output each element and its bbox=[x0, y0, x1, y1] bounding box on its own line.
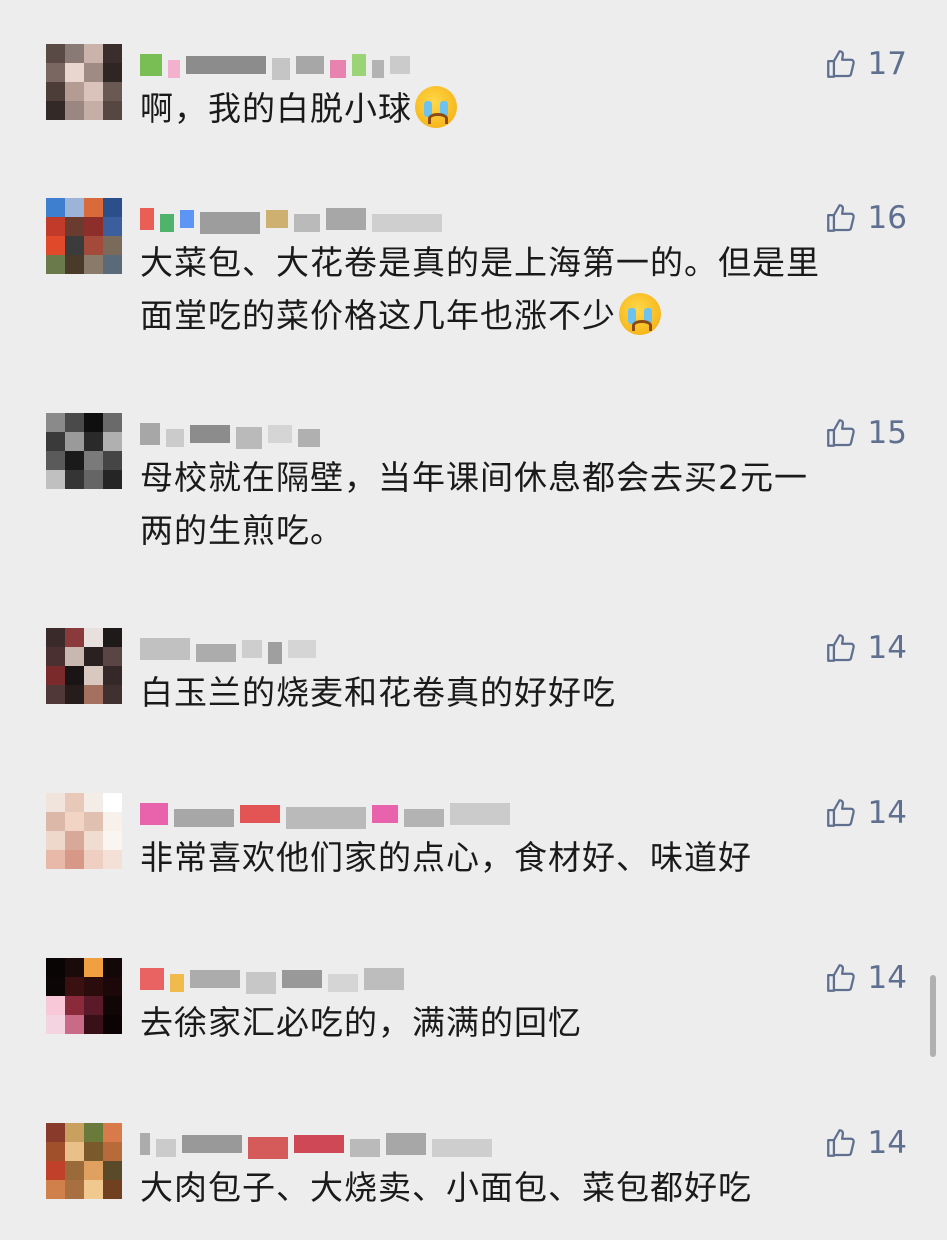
crying-face-icon bbox=[619, 293, 661, 335]
like-count: 14 bbox=[867, 1125, 907, 1161]
comment-body: 非常喜欢他们家的点心，食材好、味道好 bbox=[140, 838, 752, 877]
thumbs-up-icon[interactable] bbox=[824, 796, 858, 830]
comment-text: 大肉包子、大烧卖、小面包、菜包都好吃 bbox=[140, 1161, 920, 1214]
like-button[interactable]: 15 bbox=[824, 413, 907, 453]
thumbs-up-icon[interactable] bbox=[824, 961, 858, 995]
avatar[interactable] bbox=[46, 413, 122, 489]
avatar[interactable] bbox=[46, 958, 122, 1034]
avatar[interactable] bbox=[46, 793, 122, 869]
thumbs-up-icon[interactable] bbox=[824, 631, 858, 665]
like-button[interactable]: 14 bbox=[824, 628, 907, 668]
loudly-crying-face-icon bbox=[415, 86, 457, 128]
username-blurred[interactable] bbox=[140, 962, 404, 996]
comment-text: 去徐家汇必吃的，满满的回忆 bbox=[140, 996, 920, 1049]
avatar[interactable] bbox=[46, 1123, 122, 1199]
like-button[interactable]: 14 bbox=[824, 958, 907, 998]
username-blurred[interactable] bbox=[140, 1127, 492, 1161]
avatar[interactable] bbox=[46, 44, 122, 120]
comment-body: 大菜包、大花卷是真的是上海第一的。但是里 面堂吃的菜价格这几年也涨不少 bbox=[140, 243, 820, 335]
scrollbar[interactable] bbox=[930, 975, 936, 1057]
thumbs-up-icon[interactable] bbox=[824, 47, 858, 81]
comment-text: 大菜包、大花卷是真的是上海第一的。但是里 面堂吃的菜价格这几年也涨不少 bbox=[140, 236, 920, 342]
comment-list: 啊，我的白脱小球 17 大菜包、大花卷是真的是上海第一的。但是里 面堂吃的菜价格这几… bbox=[0, 0, 947, 1240]
comment-body: 母校就在隔壁，当年课间休息都会去买2元一 两的生煎吃。 bbox=[140, 458, 808, 550]
like-count: 14 bbox=[867, 630, 907, 666]
like-button[interactable]: 14 bbox=[824, 793, 907, 833]
username-blurred[interactable] bbox=[140, 48, 410, 82]
avatar[interactable] bbox=[46, 628, 122, 704]
username-blurred[interactable] bbox=[140, 632, 316, 666]
thumbs-up-icon[interactable] bbox=[824, 201, 858, 235]
username-blurred[interactable] bbox=[140, 797, 510, 831]
comment-text: 母校就在隔壁，当年课间休息都会去买2元一 两的生煎吃。 bbox=[140, 451, 920, 557]
like-count: 16 bbox=[867, 200, 907, 236]
comment-text: 啊，我的白脱小球 bbox=[140, 82, 920, 135]
comment-body: 大肉包子、大烧卖、小面包、菜包都好吃 bbox=[140, 1168, 752, 1207]
like-count: 17 bbox=[867, 46, 907, 82]
like-count: 14 bbox=[867, 795, 907, 831]
comment-text: 非常喜欢他们家的点心，食材好、味道好 bbox=[140, 831, 920, 884]
thumbs-up-icon[interactable] bbox=[824, 416, 858, 450]
comment-body: 白玉兰的烧麦和花卷真的好好吃 bbox=[140, 673, 616, 712]
avatar[interactable] bbox=[46, 198, 122, 274]
username-blurred[interactable] bbox=[140, 417, 320, 451]
comment-text: 白玉兰的烧麦和花卷真的好好吃 bbox=[140, 666, 920, 719]
like-button[interactable]: 14 bbox=[824, 1123, 907, 1163]
like-count: 15 bbox=[867, 415, 907, 451]
comment-body: 啊，我的白脱小球 bbox=[140, 89, 412, 128]
comment-body: 去徐家汇必吃的，满满的回忆 bbox=[140, 1003, 582, 1042]
like-button[interactable]: 16 bbox=[824, 198, 907, 238]
thumbs-up-icon[interactable] bbox=[824, 1126, 858, 1160]
username-blurred[interactable] bbox=[140, 202, 442, 236]
like-count: 14 bbox=[867, 960, 907, 996]
like-button[interactable]: 17 bbox=[824, 44, 907, 84]
